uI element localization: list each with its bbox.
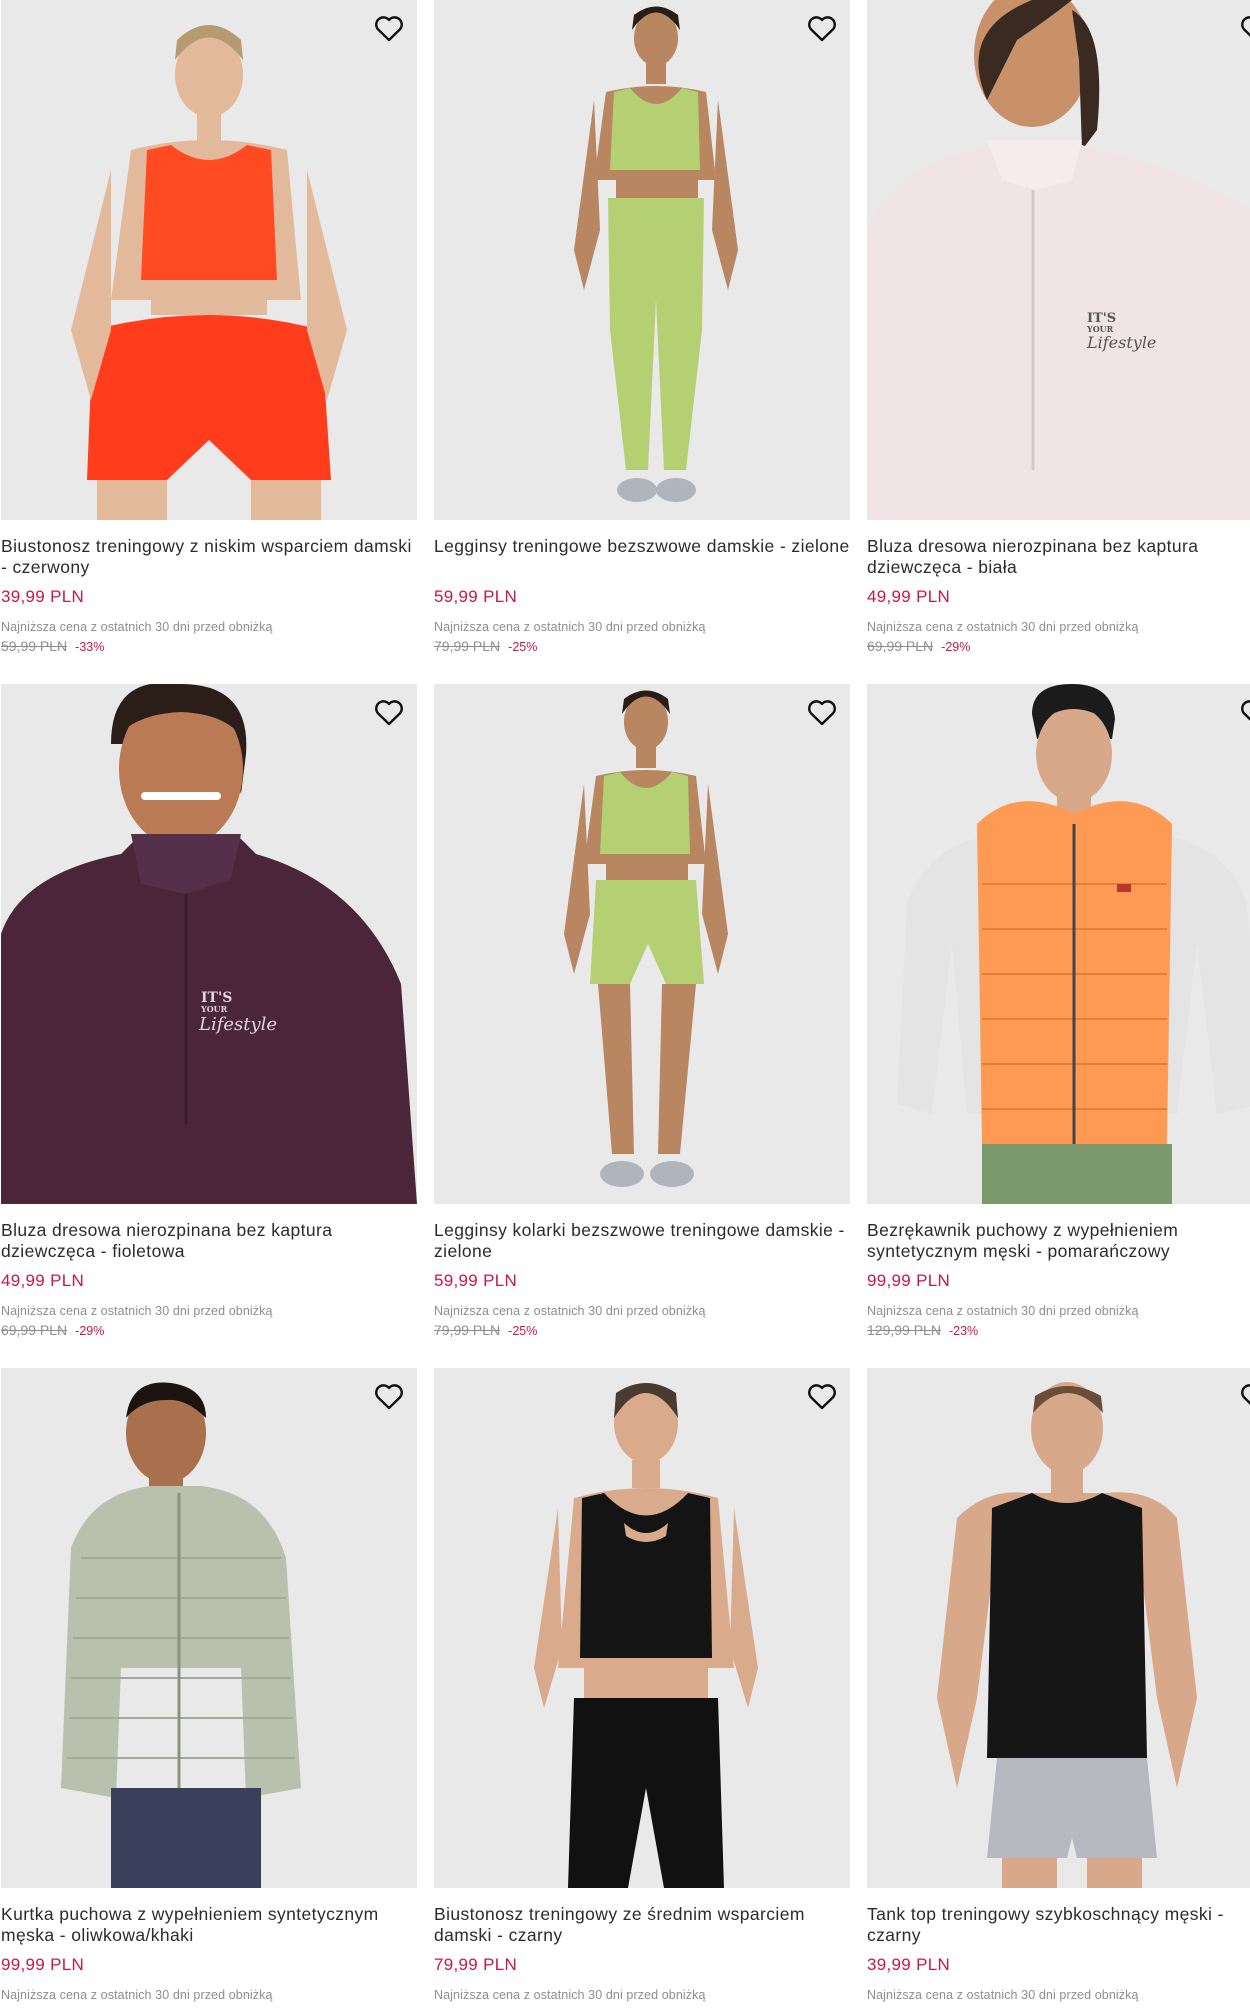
product-photo-illustration	[867, 1368, 1250, 1888]
discount-badge: -29%	[941, 640, 971, 654]
old-price-row: 69,99 PLN -29%	[867, 638, 1250, 655]
lowest-price-label: Najniższa cena z ostatnich 30 dni przed …	[1, 620, 273, 634]
product-title[interactable]: Bezrękawnik puchowy z wypełnieniem synte…	[867, 1220, 1250, 1262]
product-price: 49,99 PLN	[867, 587, 951, 606]
discount-badge: -25%	[508, 640, 538, 654]
product-photo-illustration: IT'S YOUR Lifestyle	[867, 0, 1250, 520]
old-price: 79,99 PLN	[434, 1322, 501, 1338]
discount-badge: -25%	[508, 1324, 538, 1338]
product-photo-illustration	[434, 0, 850, 520]
product-card[interactable]: Biustonosz treningowy ze średnim wsparci…	[434, 1368, 850, 2002]
product-price: 49,99 PLN	[1, 1271, 85, 1290]
product-title[interactable]: Legginsy kolarki bezszwowe treningowe da…	[434, 1220, 850, 1262]
product-title[interactable]: Biustonosz treningowy ze średnim wsparci…	[434, 1904, 850, 1946]
lowest-price-label: Najniższa cena z ostatnich 30 dni przed …	[434, 1304, 706, 1318]
product-card[interactable]: Kurtka puchowa z wypełnieniem syntetyczn…	[1, 1368, 417, 2002]
wishlist-heart-icon[interactable]	[371, 694, 407, 730]
old-price: 129,99 PLN	[867, 1322, 941, 1338]
wishlist-heart-icon[interactable]	[1237, 1378, 1250, 1414]
product-photo-illustration	[434, 684, 850, 1204]
product-price: 39,99 PLN	[1, 587, 85, 606]
product-card[interactable]: IT'S YOUR Lifestyle Bluza dresowa nieroz…	[1, 684, 417, 1339]
old-price: 69,99 PLN	[867, 638, 934, 654]
product-image[interactable]	[1, 1368, 417, 1888]
lowest-price-label: Najniższa cena z ostatnich 30 dni przed …	[434, 620, 706, 634]
wishlist-heart-icon[interactable]	[804, 1378, 840, 1414]
product-photo-illustration	[434, 1368, 850, 1888]
product-image[interactable]: IT'S YOUR Lifestyle	[867, 0, 1250, 520]
lowest-price-label: Najniższa cena z ostatnich 30 dni przed …	[867, 620, 1139, 634]
wishlist-heart-icon[interactable]	[804, 694, 840, 730]
product-image[interactable]	[867, 684, 1250, 1204]
product-title[interactable]: Kurtka puchowa z wypełnieniem syntetyczn…	[1, 1904, 417, 1946]
discount-badge: -23%	[948, 1324, 979, 1338]
product-photo-illustration: IT'S YOUR Lifestyle	[1, 684, 417, 1204]
old-price-row: 79,99 PLN -25%	[434, 1322, 850, 1339]
discount-badge: -29%	[75, 1324, 105, 1338]
product-title[interactable]: Legginsy treningowe bezszwowe damskie - …	[434, 536, 850, 578]
product-grid: Biustonosz treningowy z niskim wsparciem…	[0, 0, 1250, 2014]
wishlist-heart-icon[interactable]	[371, 10, 407, 46]
discount-badge: -33%	[75, 640, 105, 654]
product-card[interactable]: Tank top treningowy szybkoschnący męski …	[867, 1368, 1250, 2002]
wishlist-heart-icon[interactable]	[1237, 10, 1250, 46]
product-title[interactable]: Bluza dresowa nierozpinana bez kaptura d…	[1, 1220, 417, 1262]
old-price-row: 69,99 PLN -29%	[1, 1322, 417, 1339]
wishlist-heart-icon[interactable]	[371, 1378, 407, 1414]
old-price: 79,99 PLN	[434, 638, 501, 654]
product-photo-illustration	[867, 684, 1250, 1204]
product-card[interactable]: Bezrękawnik puchowy z wypełnieniem synte…	[867, 684, 1250, 1339]
old-price: 59,99 PLN	[1, 638, 68, 654]
wishlist-heart-icon[interactable]	[1237, 694, 1250, 730]
old-price-row: 79,99 PLN -25%	[434, 638, 850, 655]
product-card[interactable]: IT'S YOUR Lifestyle Bluza dresowa nieroz…	[867, 0, 1250, 655]
lowest-price-label: Najniższa cena z ostatnich 30 dni przed …	[867, 1304, 1139, 1318]
lowest-price-label: Najniższa cena z ostatnich 30 dni przed …	[867, 1988, 1139, 2002]
product-photo-illustration	[1, 1368, 417, 1888]
product-image[interactable]	[434, 684, 850, 1204]
product-image[interactable]: IT'S YOUR Lifestyle	[1, 684, 417, 1204]
product-image[interactable]	[434, 1368, 850, 1888]
product-price: 59,99 PLN	[434, 1271, 518, 1290]
product-price: 99,99 PLN	[867, 1271, 951, 1290]
old-price: 69,99 PLN	[1, 1322, 68, 1338]
product-image[interactable]	[434, 0, 850, 520]
product-card[interactable]: Legginsy treningowe bezszwowe damskie - …	[434, 0, 850, 655]
product-price: 99,99 PLN	[1, 1955, 85, 1974]
old-price-row: 59,99 PLN -33%	[1, 638, 417, 655]
product-price: 59,99 PLN	[434, 587, 518, 606]
product-title[interactable]: Biustonosz treningowy z niskim wsparciem…	[1, 536, 417, 578]
product-photo-illustration	[1, 0, 417, 520]
product-price: 79,99 PLN	[434, 1955, 518, 1974]
lowest-price-label: Najniższa cena z ostatnich 30 dni przed …	[434, 1988, 706, 2002]
wishlist-heart-icon[interactable]	[804, 10, 840, 46]
product-title[interactable]: Tank top treningowy szybkoschnący męski …	[867, 1904, 1250, 1946]
old-price-row: 129,99 PLN -23%	[867, 1322, 1250, 1339]
product-card[interactable]: Legginsy kolarki bezszwowe treningowe da…	[434, 684, 850, 1339]
svg-text:Lifestyle: Lifestyle	[1086, 333, 1156, 352]
product-image[interactable]	[867, 1368, 1250, 1888]
svg-text:YOUR: YOUR	[200, 1004, 228, 1014]
lowest-price-label: Najniższa cena z ostatnich 30 dni przed …	[1, 1988, 273, 2002]
svg-text:Lifestyle: Lifestyle	[198, 1014, 277, 1035]
product-image[interactable]	[1, 0, 417, 520]
product-title[interactable]: Bluza dresowa nierozpinana bez kaptura d…	[867, 536, 1250, 578]
product-price: 39,99 PLN	[867, 1955, 951, 1974]
lowest-price-label: Najniższa cena z ostatnich 30 dni przed …	[1, 1304, 273, 1318]
product-card[interactable]: Biustonosz treningowy z niskim wsparciem…	[1, 0, 417, 655]
